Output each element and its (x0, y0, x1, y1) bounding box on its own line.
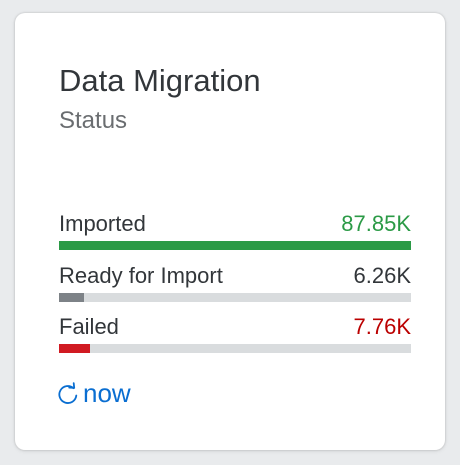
metric-failed: Failed 7.76K (59, 314, 412, 353)
metric-value: 87.85K (341, 211, 411, 236)
refresh-status[interactable]: now (57, 378, 131, 409)
progress-fill (59, 241, 411, 250)
refresh-icon (58, 381, 78, 404)
progress-fill (59, 344, 90, 353)
progress-fill (59, 293, 84, 302)
refresh-time-text: now (83, 378, 131, 408)
metric-label: Imported (59, 211, 146, 236)
tile-subtitle: Status (59, 107, 128, 134)
progress-track (59, 241, 411, 250)
metric-value: 6.26K (353, 263, 412, 288)
metric-value: 7.76K (353, 314, 412, 339)
progress-track (59, 344, 411, 353)
metric-label: Failed (59, 314, 119, 339)
data-migration-tile[interactable]: Data Migration Status Imported 87.85K Re… (15, 13, 445, 450)
tile-title: Data Migration (59, 63, 261, 98)
metric-ready-for-import: Ready for Import 6.26K (59, 263, 412, 302)
progress-track (59, 293, 411, 302)
metric-label: Ready for Import (59, 263, 223, 288)
metric-imported: Imported 87.85K (59, 211, 411, 250)
